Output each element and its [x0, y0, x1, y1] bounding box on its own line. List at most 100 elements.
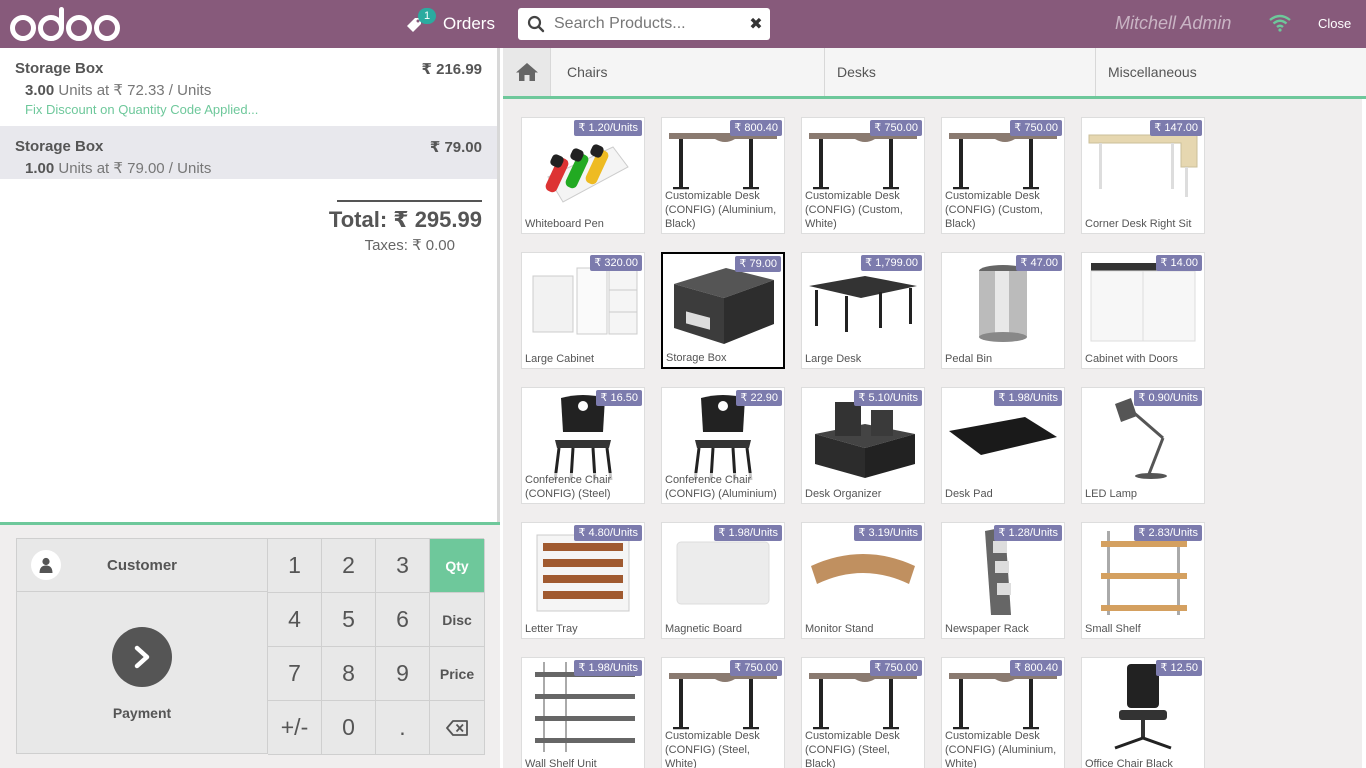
- payment-button[interactable]: Payment: [17, 593, 267, 753]
- product-name: Conference Chair (CONFIG) (Steel): [525, 473, 642, 501]
- organizer-icon: [815, 402, 915, 478]
- product-card[interactable]: ₹ 750.00 Customizable Desk (CONFIG) (Stee…: [801, 657, 925, 768]
- ticket-icon: 1: [405, 8, 436, 34]
- clear-search-icon[interactable]: ✖: [742, 14, 770, 34]
- product-card[interactable]: ₹ 1.20/Units Whiteboard Pen: [521, 117, 645, 234]
- product-card[interactable]: ₹ 1.98/Units Magnetic Board: [661, 522, 785, 639]
- stand-icon: [811, 554, 915, 584]
- product-price-tag: ₹ 2.83/Units: [1134, 525, 1202, 541]
- product-price-tag: ₹ 750.00: [870, 660, 922, 676]
- summary-divider: [337, 200, 482, 202]
- product-card[interactable]: ₹ 14.00 Cabinet with Doors: [1081, 252, 1205, 369]
- order-line-price: ₹ 216.99: [421, 61, 482, 78]
- product-price-tag: ₹ 1.20/Units: [574, 120, 642, 136]
- search-box: ✖: [518, 8, 770, 40]
- product-price-tag: ₹ 147.00: [1150, 120, 1202, 136]
- bin-icon: [979, 265, 1027, 342]
- product-card[interactable]: ₹ 1.98/Units Desk Pad: [941, 387, 1065, 504]
- product-card[interactable]: ₹ 2.83/Units Small Shelf: [1081, 522, 1205, 639]
- numpad-key-7[interactable]: 7: [268, 647, 322, 701]
- order-line-info: 1.00 Units at ₹ 79.00 / Units: [15, 159, 482, 177]
- product-price-tag: ₹ 800.40: [730, 120, 782, 136]
- product-card[interactable]: ₹ 750.00 Customizable Desk (CONFIG) (Stee…: [661, 657, 785, 768]
- numpad-key-6[interactable]: 6: [376, 593, 430, 647]
- numpad-key-4[interactable]: 4: [268, 593, 322, 647]
- pen-icon: [545, 144, 629, 203]
- numpad-key-2[interactable]: 2: [322, 539, 376, 593]
- product-card[interactable]: ₹ 1.98/Units Wall Shelf Unit: [521, 657, 645, 768]
- search-icon: [518, 15, 554, 33]
- pad-icon: [949, 417, 1057, 455]
- product-name: LED Lamp: [1085, 487, 1202, 501]
- numpad-key-9[interactable]: 9: [376, 647, 430, 701]
- product-name: Large Cabinet: [525, 352, 642, 366]
- order-line-selected[interactable]: Storage Box ₹ 79.00 1.00 Units at ₹ 79.0…: [0, 126, 497, 179]
- product-card[interactable]: ₹ 800.40 Customizable Desk (CONFIG) (Alum…: [941, 657, 1065, 768]
- product-name: Wall Shelf Unit: [525, 757, 642, 768]
- product-card[interactable]: ₹ 4.80/Units Letter Tray: [521, 522, 645, 639]
- numpad-key-1[interactable]: 1: [268, 539, 322, 593]
- home-category-button[interactable]: [503, 48, 551, 96]
- category-miscellaneous[interactable]: Miscellaneous: [1096, 48, 1366, 96]
- backspace-button[interactable]: [430, 701, 485, 755]
- product-price-tag: ₹ 750.00: [730, 660, 782, 676]
- numpad-key-8[interactable]: 8: [322, 647, 376, 701]
- product-card[interactable]: ₹ 320.00 Large Cabinet: [521, 252, 645, 369]
- mode-price-button[interactable]: Price: [430, 647, 485, 701]
- product-card[interactable]: ₹ 750.00 Customizable Desk (CONFIG) (Cust…: [941, 117, 1065, 234]
- product-card[interactable]: ₹ 79.00 Storage Box: [661, 252, 785, 369]
- product-name: Desk Pad: [945, 487, 1062, 501]
- order-line-unit-price: Units at ₹ 72.33 / Units: [58, 82, 212, 99]
- home-icon: [515, 63, 538, 81]
- order-line-note: Fix Discount on Quantity Code Applied...: [25, 102, 259, 117]
- product-list: ₹ 1.20/Units Whiteboard Pen ₹ 800.40 Custom…: [521, 117, 1221, 768]
- numpad-key-decimal[interactable]: .: [376, 701, 430, 755]
- cabinet-icon: [532, 267, 638, 335]
- odoo-logo: [10, 2, 122, 46]
- category-chairs[interactable]: Chairs: [551, 48, 825, 96]
- mode-qty-button[interactable]: Qty: [430, 539, 485, 593]
- numpad-key-plus-minus[interactable]: +/-: [268, 701, 322, 755]
- product-card[interactable]: ₹ 800.40 Customizable Desk (CONFIG) (Alum…: [661, 117, 785, 234]
- product-price-tag: ₹ 800.40: [1010, 660, 1062, 676]
- numpad: 1 2 3 Qty 4 5 6 Disc 7 8 9 Price +/- 0 .: [267, 538, 485, 755]
- product-card[interactable]: ₹ 5.10/Units Desk Organizer: [801, 387, 925, 504]
- product-card[interactable]: ₹ 22.90 Conference Chair (CONFIG) (Alumin…: [661, 387, 785, 504]
- order-summary: Total: ₹ 295.99 Taxes: ₹ 0.00: [329, 200, 482, 254]
- search-input[interactable]: [554, 15, 742, 33]
- product-card[interactable]: ₹ 0.90/Units LED Lamp: [1081, 387, 1205, 504]
- product-name: Monitor Stand: [805, 622, 922, 636]
- product-price-tag: ₹ 47.00: [1016, 255, 1062, 271]
- product-price-tag: ₹ 320.00: [590, 255, 642, 271]
- product-card[interactable]: ₹ 750.00 Customizable Desk (CONFIG) (Cust…: [801, 117, 925, 234]
- scrollbar[interactable]: [1362, 99, 1366, 768]
- mode-disc-button[interactable]: Disc: [430, 593, 485, 647]
- product-card[interactable]: ₹ 12.50 Office Chair Black: [1081, 657, 1205, 768]
- product-card[interactable]: ₹ 3.19/Units Monitor Stand: [801, 522, 925, 639]
- product-name: Pedal Bin: [945, 352, 1062, 366]
- user-name: Mitchell Admin: [1115, 13, 1232, 33]
- order-line-unit-price: Units at ₹ 79.00 / Units: [58, 160, 212, 177]
- order-line[interactable]: Storage Box ₹ 216.99 3.00 Units at ₹ 72.…: [0, 48, 497, 126]
- close-button[interactable]: Close: [1318, 16, 1351, 31]
- product-card[interactable]: ₹ 147.00 Corner Desk Right Sit: [1081, 117, 1205, 234]
- category-desks[interactable]: Desks: [825, 48, 1096, 96]
- numpad-key-5[interactable]: 5: [322, 593, 376, 647]
- numpad-key-3[interactable]: 3: [376, 539, 430, 593]
- product-price-tag: ₹ 16.50: [596, 390, 642, 406]
- lamp-icon: [1115, 398, 1167, 479]
- product-card[interactable]: ₹ 1.28/Units Newspaper Rack: [941, 522, 1065, 639]
- product-card[interactable]: ₹ 1,799.00 Large Desk: [801, 252, 925, 369]
- product-screen: Chairs Desks Miscellaneous ₹ 1.20/Units W…: [503, 48, 1366, 768]
- product-card[interactable]: ₹ 16.50 Conference Chair (CONFIG) (Steel): [521, 387, 645, 504]
- product-card[interactable]: ₹ 47.00 Pedal Bin: [941, 252, 1065, 369]
- product-price-tag: ₹ 79.00: [735, 256, 781, 272]
- tray-icon: [536, 534, 630, 612]
- product-name: Customizable Desk (CONFIG) (Aluminium, W…: [945, 729, 1062, 768]
- customer-button[interactable]: Customer: [17, 539, 267, 592]
- user-icon: [31, 550, 61, 580]
- numpad-key-0[interactable]: 0: [322, 701, 376, 755]
- product-price-tag: ₹ 1.98/Units: [714, 525, 782, 541]
- product-name: Small Shelf: [1085, 622, 1202, 636]
- orders-button[interactable]: 1 Orders: [405, 8, 495, 40]
